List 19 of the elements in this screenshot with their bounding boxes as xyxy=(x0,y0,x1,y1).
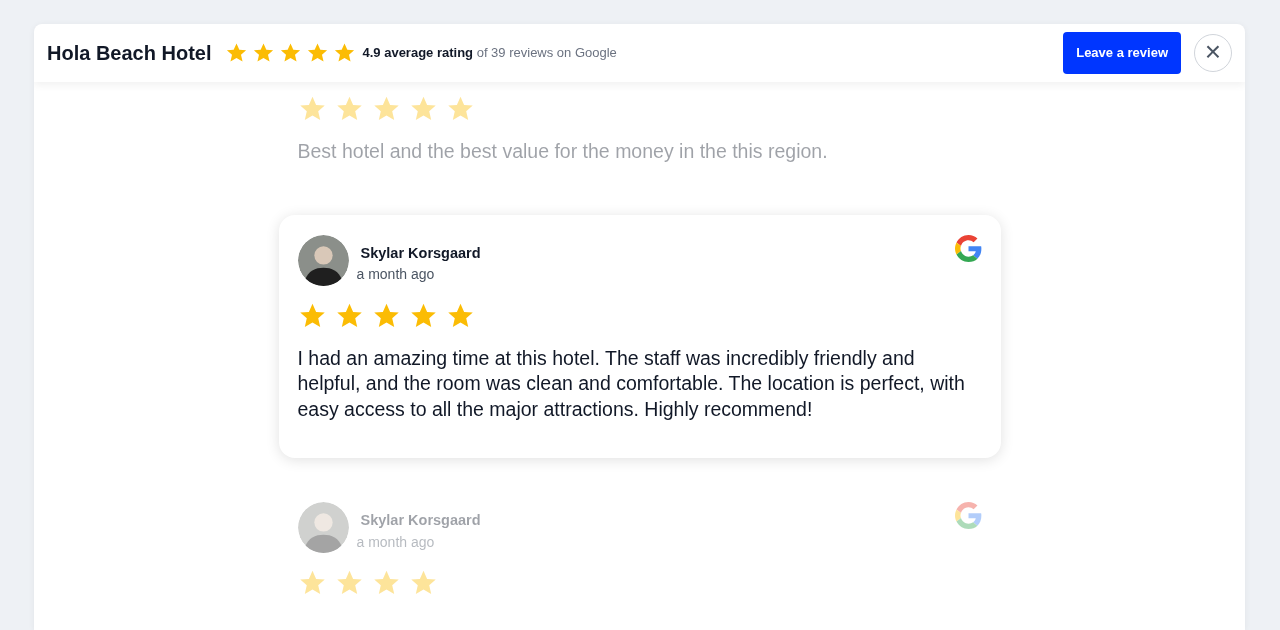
star-icon xyxy=(225,42,249,64)
g-logo-icon xyxy=(954,502,982,529)
review-text: Best hotel and the best value for the money in the this region. xyxy=(297,139,829,164)
g-logo-icon xyxy=(954,234,982,262)
rating-summary: 4.9 average rating of 39 reviews on Google xyxy=(362,44,617,63)
review-text: I had an amazing time at this hotel. The staff was incredibly friendly and helpful, and the room was clean and comfortable. The location is perfect, with easy access to all the major attractions. Highly recommend! xyxy=(297,345,966,422)
avatar xyxy=(297,502,349,553)
star-icon xyxy=(306,42,330,64)
review-time: a month ago xyxy=(356,532,435,552)
star-icon xyxy=(279,42,303,64)
avatar xyxy=(297,234,349,286)
hotel-title: Hola Beach Hotel xyxy=(47,41,212,66)
star-icon xyxy=(333,42,357,64)
star-icon xyxy=(252,42,276,64)
reviewer-name: Skylar Korsgaard xyxy=(360,243,481,263)
review-time: a month ago xyxy=(356,265,435,285)
leave-review-button[interactable]: Leave a review xyxy=(1063,32,1181,74)
reviewer-name: Skylar Korsgaard xyxy=(360,511,481,530)
close-button[interactable]: × xyxy=(1194,34,1232,72)
